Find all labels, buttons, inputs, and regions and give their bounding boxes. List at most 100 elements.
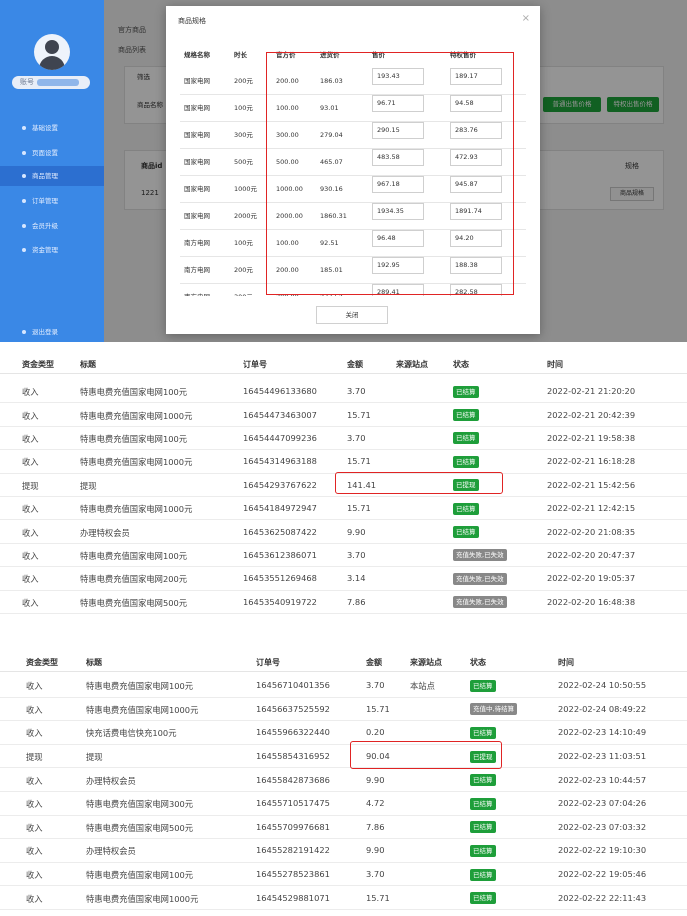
tx-amount: 3.70 [347, 386, 366, 397]
tx-header-cell: 时间 [547, 360, 563, 369]
bullet-icon [22, 151, 26, 155]
sidebar-item-label: 商品管理 [32, 172, 58, 180]
tx-amount: 141.41 [347, 479, 377, 490]
spec-cell: 南方电网 [184, 284, 210, 296]
logout-item[interactable]: 退出登录 [0, 322, 104, 342]
tx-header-cell: 订单号 [243, 360, 267, 369]
status-badge: 已结算 [470, 726, 496, 739]
vip-price-input[interactable]: 472.93 [450, 149, 502, 166]
tx-row: 收入 办理特权会员 16455842873686 9.90 已结算 2022-02-23 … [0, 768, 687, 792]
spec-cell: 南方电网 [184, 239, 210, 247]
tx-time: 2022-02-21 20:42:39 [547, 409, 636, 420]
spec-cell: 南方电网 [184, 266, 210, 274]
sale-price-input[interactable]: 290.15 [372, 122, 424, 139]
spec-cell: 465.07 [320, 158, 343, 166]
tx-row: 收入 特惠电费充值国家电网100元 16453612386071 3.70 充值失败,已… [0, 544, 687, 568]
tx-time: 2022-02-21 19:58:38 [547, 432, 636, 443]
vip-price-input[interactable]: 283.76 [450, 122, 502, 139]
sale-price-input[interactable]: 193.43 [372, 68, 424, 85]
logout-icon [22, 330, 26, 334]
tx-type: 收入 [26, 799, 43, 810]
sidebar-item-label: 资金管理 [32, 246, 58, 254]
tx-header-cell: 状态 [453, 360, 469, 369]
tx-row: 收入 办理特权会员 16455282191422 9.90 已结算 2022-02-22 … [0, 839, 687, 863]
sale-price-input[interactable]: 96.71 [372, 95, 424, 112]
spec-cell: 国家电网 [184, 77, 210, 85]
spec-cell: 2000.00 [276, 212, 303, 220]
spec-cell: 国家电网 [184, 185, 210, 193]
tx-type: 提现 [26, 752, 43, 763]
sale-price-input[interactable]: 192.95 [372, 257, 424, 274]
tx-order: 16455854316952 [256, 751, 330, 762]
spec-cell: 100.00 [276, 104, 299, 112]
user-label: 账号 [20, 78, 34, 86]
tx-time: 2022-02-22 19:10:30 [558, 845, 647, 856]
sidebar-item[interactable]: 资金管理 [0, 240, 104, 260]
spec-cell: 279.04 [320, 131, 343, 139]
status-badge: 已结算 [470, 774, 496, 787]
sale-price-input[interactable]: 289.41 [372, 284, 424, 296]
tx-table-header: 资金类型 标题 订单号 金额 来源站点 状态 时间 [0, 354, 687, 374]
sale-price-input[interactable]: 483.58 [372, 149, 424, 166]
tx-type: 收入 [26, 870, 43, 881]
spec-row: 南方电网 200元 200.00 185.01 192.95 188.38 [180, 257, 526, 284]
vip-price-input[interactable]: 282.58 [450, 284, 502, 296]
sidebar-item[interactable]: 订单管理 [0, 191, 104, 211]
spec-header-cell: 特权售价 [450, 51, 476, 59]
vip-price-input[interactable]: 94.20 [450, 230, 502, 247]
status-badge: 已结算 [470, 892, 496, 905]
tx-order: 16454293767622 [243, 479, 317, 490]
vip-price-input[interactable]: 945.87 [450, 176, 502, 193]
spec-cell: 200.00 [276, 77, 299, 85]
tx-row: 收入 特惠电费充值国家电网1000元 16454184972947 15.71 已结算 2… [0, 497, 687, 521]
transactions-table-1: 资金类型 标题 订单号 金额 来源站点 状态 时间 收入 特惠电费充值国家电网100元 16454… [0, 354, 687, 616]
tx-title: 特惠电费充值国家电网100元 [80, 387, 188, 398]
sidebar-item-label: 订单管理 [32, 197, 58, 205]
sidebar-item[interactable]: 会员升级 [0, 216, 104, 236]
sale-price-input[interactable]: 967.18 [372, 176, 424, 193]
spec-cell: 国家电网 [184, 104, 210, 112]
tx-title: 特惠电费充值国家电网1000元 [80, 410, 193, 421]
collage-root: 账号 基础设置 页面设置 商品管理 订单管理 会员升级 资金管理 退出登录 官方商品 商品… [0, 0, 687, 916]
spec-cell: 1000.00 [276, 185, 303, 193]
tx-type: 收入 [22, 504, 39, 515]
tx-title: 办理特权会员 [86, 775, 136, 786]
tx-table-header: 资金类型 标题 订单号 金额 来源站点 状态 时间 [0, 652, 687, 672]
tx-order: 16453540919722 [243, 596, 317, 607]
tx-amount: 15.71 [347, 409, 371, 420]
vip-price-input[interactable]: 189.17 [450, 68, 502, 85]
sale-price-input[interactable]: 1934.35 [372, 203, 424, 220]
tx-title: 特惠电费充值国家电网500元 [86, 822, 194, 833]
tx-type: 收入 [22, 457, 39, 468]
sale-price-input[interactable]: 96.48 [372, 230, 424, 247]
sidebar-item[interactable]: 页面设置 [0, 143, 104, 163]
tx-title: 办理特权会员 [86, 846, 136, 857]
tx-row: 收入 特惠电费充值国家电网1000元 16456637525592 15.71 充值中,… [0, 698, 687, 722]
sidebar-item-label: 会员升级 [32, 222, 58, 230]
status-badge: 已结算 [453, 385, 479, 398]
tx-title: 特惠电费充值国家电网100元 [86, 681, 194, 692]
vip-price-input[interactable]: 1891.74 [450, 203, 502, 220]
modal-close-button[interactable]: 关闭 [316, 306, 388, 324]
tx-order: 16453551269468 [243, 573, 317, 584]
tx-time: 2022-02-23 10:44:57 [558, 774, 647, 785]
spec-cell: 300.00 [276, 131, 299, 139]
tx-time: 2022-02-20 21:08:35 [547, 526, 636, 537]
spec-row: 国家电网 2000元 2000.00 1860.31 1934.35 1891.74 [180, 203, 526, 230]
tx-title: 特惠电费充值国家电网100元 [86, 870, 194, 881]
tx-type: 收入 [26, 822, 43, 833]
spec-cell: 200元 [234, 77, 253, 85]
spec-cell: 国家电网 [184, 158, 210, 166]
sidebar-item[interactable]: 商品管理 [0, 166, 104, 186]
spec-cell: 100元 [234, 104, 253, 112]
vip-price-input[interactable]: 94.58 [450, 95, 502, 112]
tx-order: 16456710401356 [256, 680, 330, 691]
vip-price-input[interactable]: 188.38 [450, 257, 502, 274]
tx-title: 特惠电费充值国家电网1000元 [80, 504, 193, 515]
spec-cell: 300元 [234, 131, 253, 139]
sidebar-item[interactable]: 基础设置 [0, 118, 104, 138]
close-icon[interactable]: × [522, 13, 530, 24]
spec-cell: 277.52 [320, 284, 343, 296]
status-badge: 充值失败,已失效 [453, 596, 507, 609]
spec-cell: 185.01 [320, 266, 343, 274]
